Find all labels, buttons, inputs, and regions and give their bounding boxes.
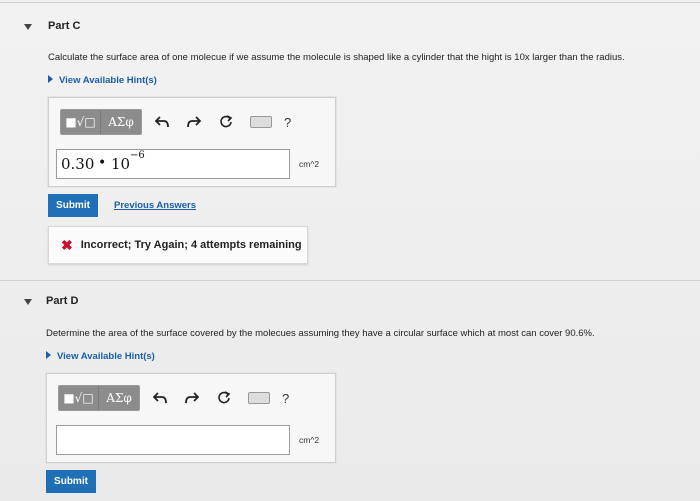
part-d-answer-box: ■√□ ΑΣφ ? cm^2 <box>46 373 336 463</box>
undo-icon[interactable] <box>148 386 172 410</box>
part-c-title[interactable]: Part C <box>48 20 80 32</box>
redo-icon[interactable] <box>180 386 204 410</box>
part-d-unit: cm^2 <box>299 435 320 445</box>
part-c-unit: cm^2 <box>299 159 320 169</box>
caret-right-icon <box>46 351 51 359</box>
undo-icon[interactable] <box>150 110 174 134</box>
divider-top <box>0 2 700 3</box>
part-c-answer-box: ■√□ ΑΣφ ? 0.30 • 10 −6 cm^2 <box>48 97 336 187</box>
keyboard-icon[interactable] <box>250 116 272 128</box>
templates-button[interactable]: ■√□ <box>61 110 101 134</box>
part-d-collapse-icon[interactable] <box>24 299 32 305</box>
answer-multiply-dot: • <box>98 155 107 171</box>
reset-icon[interactable] <box>212 386 236 410</box>
templates-button[interactable]: ■√□ <box>59 386 99 410</box>
answer-base: 10 <box>111 155 131 173</box>
part-c-submit-button[interactable]: Submit <box>48 194 98 217</box>
part-d-question: Determine the area of the surface covere… <box>46 328 595 339</box>
part-c-answer-input[interactable]: 0.30 • 10 −6 <box>56 149 290 179</box>
part-d-hint-label: View Available Hint(s) <box>57 351 155 362</box>
greek-symbols-button[interactable]: ΑΣφ <box>101 110 141 134</box>
previous-answers-link[interactable]: Previous Answers <box>114 200 196 211</box>
part-c-hint-label: View Available Hint(s) <box>59 75 157 86</box>
caret-right-icon <box>48 75 53 83</box>
reset-icon[interactable] <box>214 110 238 134</box>
greek-symbols-button[interactable]: ΑΣφ <box>99 386 139 410</box>
help-button[interactable]: ? <box>284 115 291 130</box>
page: Part C Calculate the surface area of one… <box>0 0 700 501</box>
answer-mantissa: 0.30 <box>61 155 95 173</box>
part-c-toolbar: ■√□ ΑΣφ ? <box>60 109 291 135</box>
part-c-feedback: ✖ Incorrect; Try Again; 4 attempts remai… <box>48 226 308 264</box>
part-c-tool-group: ■√□ ΑΣφ <box>60 109 142 135</box>
error-x-icon: ✖ <box>61 236 73 253</box>
part-c-hint-link[interactable]: View Available Hint(s) <box>48 75 157 86</box>
part-d-answer-input[interactable] <box>56 425 290 455</box>
part-d-submit-button[interactable]: Submit <box>46 470 96 493</box>
part-c-collapse-icon[interactable] <box>24 24 32 30</box>
part-c-question: Calculate the surface area of one molecu… <box>48 52 625 63</box>
answer-exponent: −6 <box>130 150 145 161</box>
part-d-hint-link[interactable]: View Available Hint(s) <box>46 351 155 362</box>
keyboard-icon[interactable] <box>248 392 270 404</box>
feedback-text: Incorrect; Try Again; 4 attempts remaini… <box>80 239 302 251</box>
redo-icon[interactable] <box>182 110 206 134</box>
divider-part-d <box>0 280 700 281</box>
part-d-title[interactable]: Part D <box>46 295 78 307</box>
help-button[interactable]: ? <box>282 391 289 406</box>
part-d-tool-group: ■√□ ΑΣφ <box>58 385 140 411</box>
part-d-toolbar: ■√□ ΑΣφ ? <box>58 385 289 411</box>
